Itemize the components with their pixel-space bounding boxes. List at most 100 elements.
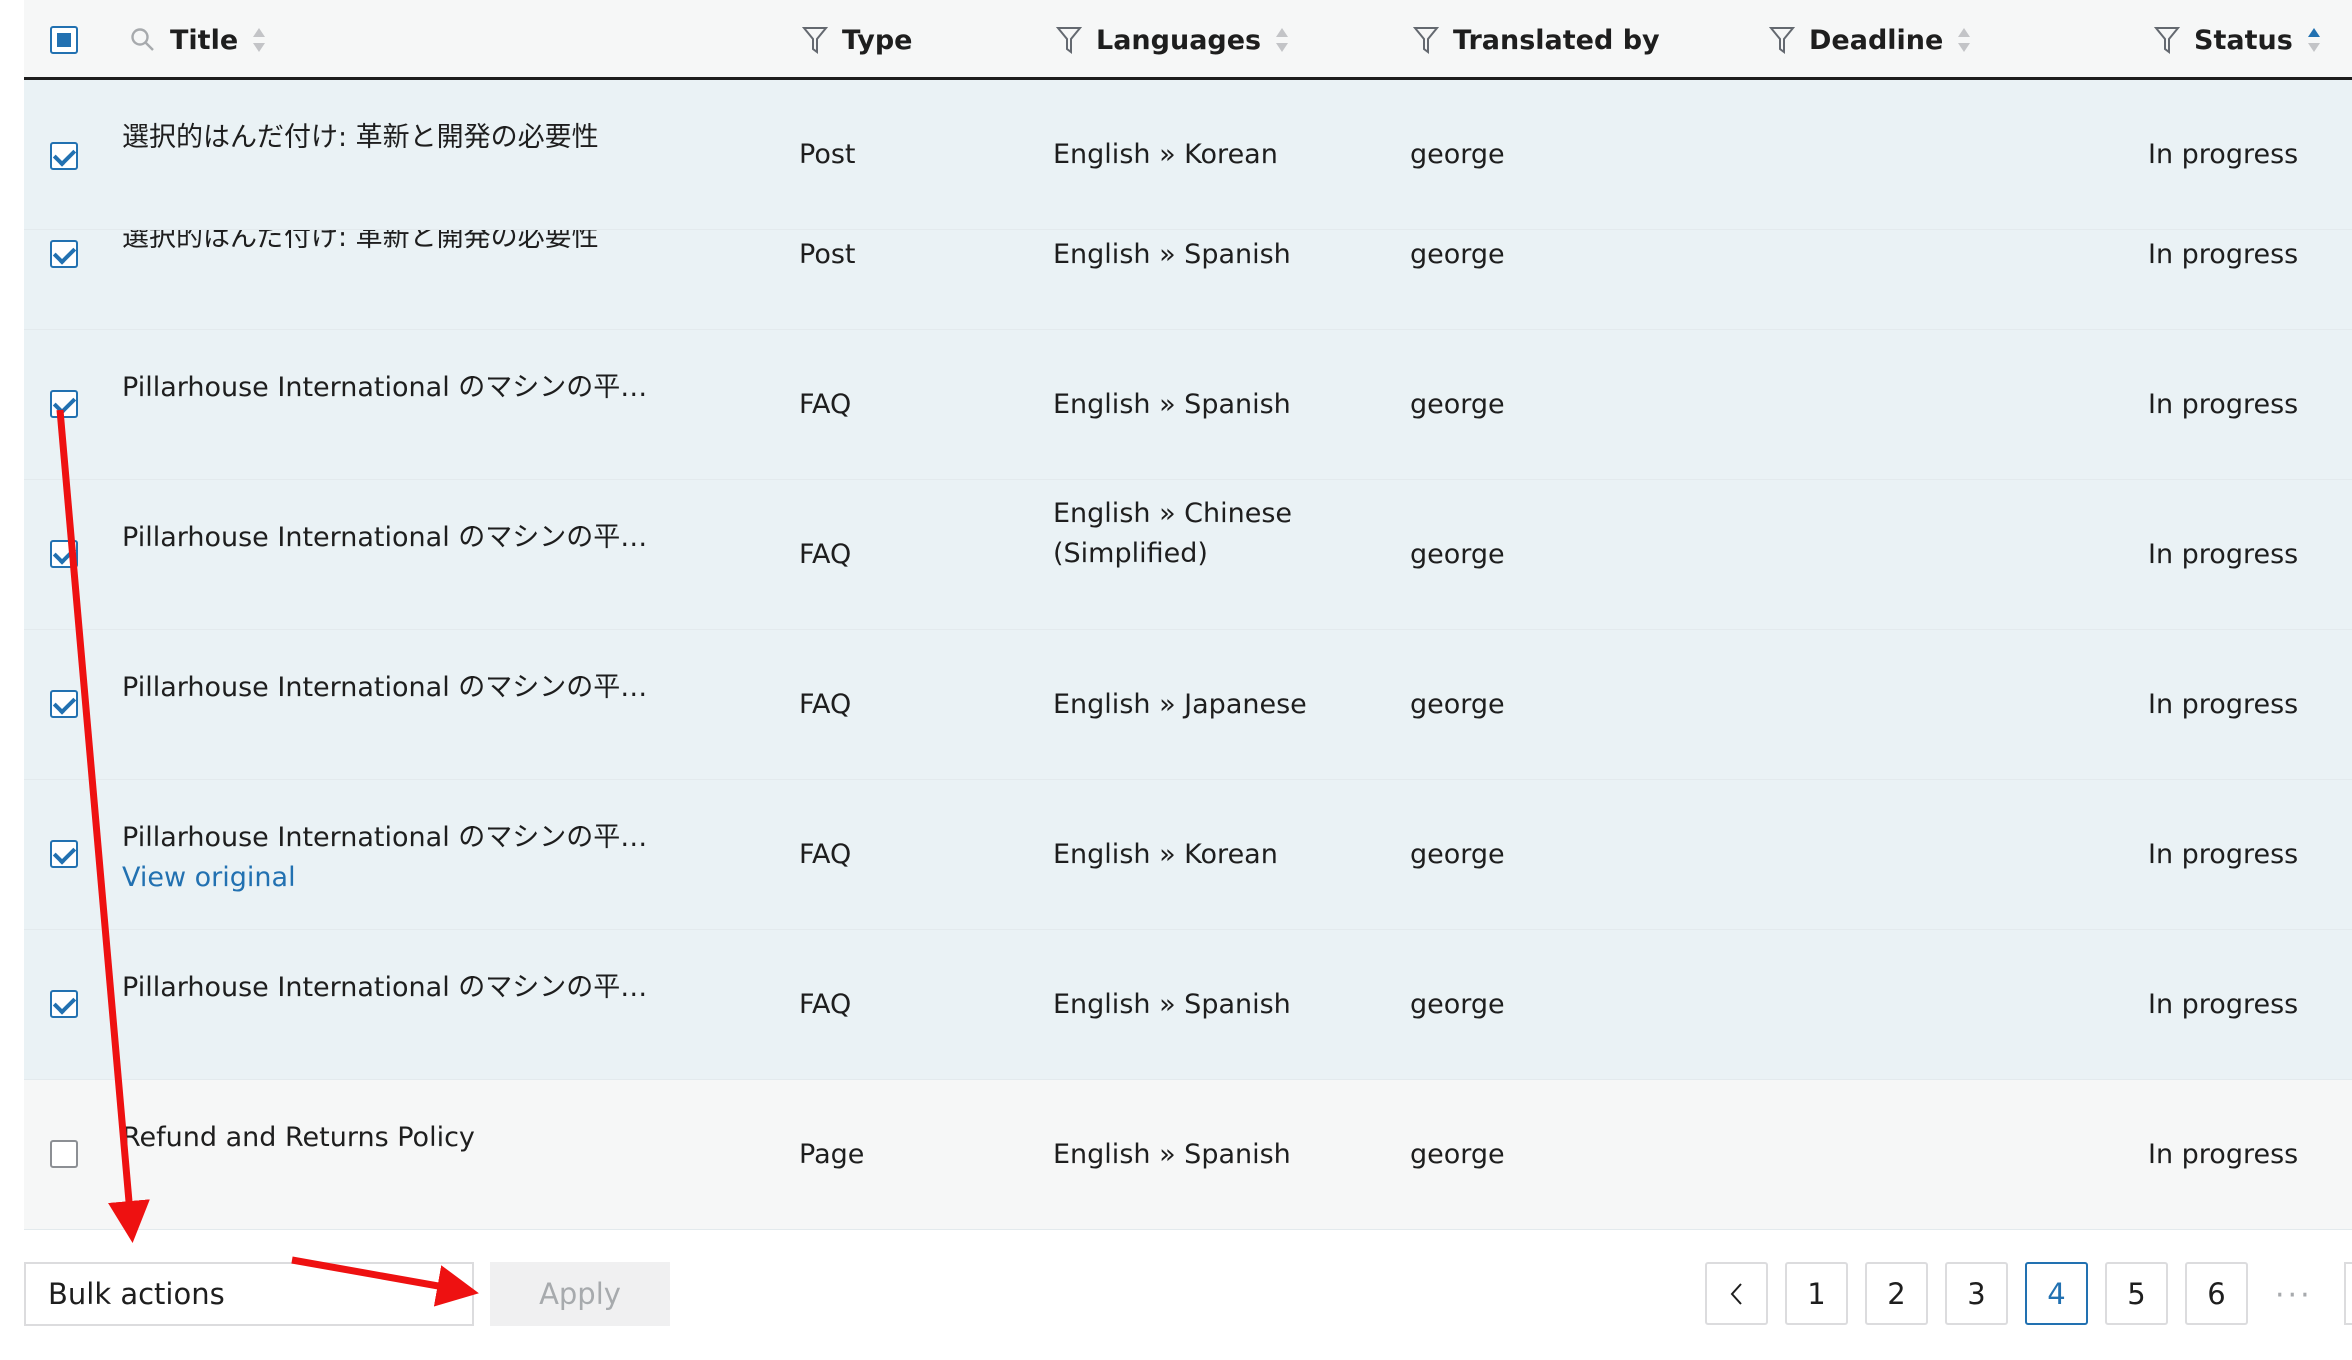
row-translated-by: george: [1410, 139, 1505, 170]
row-status: In progress: [2148, 139, 2299, 170]
table-header: Title Type Languages Translated by Deadl…: [24, 0, 2352, 80]
row-checkbox[interactable]: [50, 540, 78, 568]
row-status: In progress: [2148, 989, 2299, 1020]
page-button[interactable]: 3: [1945, 1262, 2008, 1325]
header-deadline-label[interactable]: Deadline: [1809, 25, 1943, 56]
page-button[interactable]: 5: [2105, 1262, 2168, 1325]
sort-asc-icon[interactable]: [2307, 26, 2321, 54]
row-languages: English » Chinese (Simplified): [1053, 498, 1293, 569]
row-status: In progress: [2148, 1139, 2299, 1170]
row-status: In progress: [2148, 539, 2299, 570]
row-title: Pillarhouse International のマシンの平…: [122, 518, 682, 558]
row-status: In progress: [2148, 389, 2299, 420]
select-all-checkbox[interactable]: [50, 0, 78, 80]
row-translated-by: george: [1410, 1139, 1505, 1170]
row-status: In progress: [2148, 839, 2299, 870]
row-status: In progress: [2148, 239, 2299, 270]
table-row[interactable]: Pillarhouse International のマシンの平… FAQ En…: [24, 930, 2352, 1080]
row-checkbox[interactable]: [50, 240, 78, 268]
row-title: Pillarhouse International のマシンの平…: [122, 668, 682, 708]
chevron-left-icon: [1730, 1282, 1742, 1305]
pagination: 123456 ···: [1705, 1262, 2313, 1328]
table-footer: Bulk actions Apply 123456 ···: [24, 1262, 2352, 1328]
row-title-text[interactable]: Pillarhouse International のマシンの平…: [122, 968, 682, 1008]
row-languages: English » Spanish: [1053, 389, 1291, 420]
header-title-label[interactable]: Title: [170, 25, 238, 56]
row-type: FAQ: [799, 989, 852, 1020]
row-languages: English » Korean: [1053, 839, 1278, 870]
row-languages: English » Spanish: [1053, 239, 1291, 270]
header-status-label[interactable]: Status: [2194, 25, 2293, 56]
row-translated-by: george: [1410, 989, 1505, 1020]
row-checkbox[interactable]: [50, 1140, 78, 1168]
header-languages-label[interactable]: Languages: [1096, 25, 1261, 56]
row-type: Post: [799, 239, 856, 270]
page-button[interactable]: 1: [1785, 1262, 1848, 1325]
bulk-actions-label: Bulk actions: [48, 1277, 225, 1311]
sort-icon[interactable]: [252, 26, 266, 54]
row-checkbox[interactable]: [50, 690, 78, 718]
sort-icon[interactable]: [1957, 26, 1971, 54]
row-title: 選択的はんだ付け: 革新と開発の必要性: [122, 118, 682, 158]
row-title: Refund and Returns Policy: [122, 1118, 682, 1158]
row-languages: English » Spanish: [1053, 1139, 1291, 1170]
header-translated-by-label: Translated by: [1453, 24, 1660, 56]
row-languages: English » Korean: [1053, 139, 1278, 170]
page-numbers: 123456: [1785, 1262, 2248, 1328]
bulk-actions-select[interactable]: Bulk actions: [24, 1262, 474, 1326]
table-row[interactable]: Refund and Returns Policy Page English »…: [24, 1080, 2352, 1230]
row-title-text[interactable]: Pillarhouse International のマシンの平…: [122, 368, 682, 408]
filter-icon[interactable]: [1413, 25, 1439, 55]
table-row[interactable]: Pillarhouse International のマシンの平… FAQ En…: [24, 330, 2352, 480]
prev-page-button[interactable]: [1705, 1262, 1768, 1325]
row-languages: English » Japanese: [1053, 689, 1307, 720]
row-title-text[interactable]: Pillarhouse International のマシンの平…: [122, 518, 682, 558]
row-title-text[interactable]: Pillarhouse International のマシンの平…: [122, 818, 682, 858]
filter-icon[interactable]: [1056, 25, 1082, 55]
filter-icon[interactable]: [802, 25, 828, 55]
row-title: Pillarhouse International のマシンの平…: [122, 368, 682, 408]
row-type: FAQ: [799, 539, 852, 570]
header-type: Type: [802, 0, 912, 80]
row-title-text[interactable]: 選択的はんだ付け: 革新と開発の必要性: [122, 118, 682, 158]
header-title: Title: [130, 0, 266, 80]
translation-jobs-table: Title Type Languages Translated by Deadl…: [24, 0, 2352, 1230]
row-translated-by: george: [1410, 539, 1505, 570]
row-checkbox[interactable]: [50, 142, 78, 170]
row-translated-by: george: [1410, 239, 1505, 270]
next-page-button[interactable]: [2344, 1262, 2352, 1325]
header-languages: Languages: [1056, 0, 1289, 80]
table-row[interactable]: Pillarhouse International のマシンの平… View o…: [24, 780, 2352, 930]
view-original-link[interactable]: View original: [122, 858, 682, 898]
row-title-text[interactable]: Refund and Returns Policy: [122, 1118, 682, 1158]
filter-icon[interactable]: [1769, 25, 1795, 55]
header-translated-by: Translated by: [1413, 0, 1660, 80]
row-checkbox[interactable]: [50, 990, 78, 1018]
row-type: Post: [799, 139, 856, 170]
header-status: Status: [2154, 0, 2321, 80]
page-button[interactable]: 4: [2025, 1262, 2088, 1325]
apply-button-label: Apply: [539, 1277, 621, 1311]
row-type: FAQ: [799, 839, 852, 870]
search-icon[interactable]: [130, 27, 156, 53]
filter-icon[interactable]: [2154, 25, 2180, 55]
header-deadline: Deadline: [1769, 0, 1971, 80]
row-title-text[interactable]: Pillarhouse International のマシンの平…: [122, 668, 682, 708]
row-checkbox[interactable]: [50, 840, 78, 868]
table-row[interactable]: Pillarhouse International のマシンの平… FAQ En…: [24, 630, 2352, 780]
row-type: Page: [799, 1139, 865, 1170]
table-row[interactable]: Pillarhouse International のマシンの平… FAQ En…: [24, 480, 2352, 630]
row-status: In progress: [2148, 689, 2299, 720]
row-translated-by: george: [1410, 839, 1505, 870]
row-checkbox[interactable]: [50, 390, 78, 418]
row-translated-by: george: [1410, 689, 1505, 720]
apply-button[interactable]: Apply: [490, 1262, 670, 1326]
page-button[interactable]: 2: [1865, 1262, 1928, 1325]
header-type-label: Type: [842, 24, 913, 56]
pagination-ellipsis: ···: [2275, 1277, 2313, 1313]
row-translated-by: george: [1410, 389, 1505, 420]
row-title: Pillarhouse International のマシンの平…: [122, 968, 682, 1008]
row-type: FAQ: [799, 389, 852, 420]
sort-icon[interactable]: [1275, 26, 1289, 54]
page-button[interactable]: 6: [2185, 1262, 2248, 1325]
